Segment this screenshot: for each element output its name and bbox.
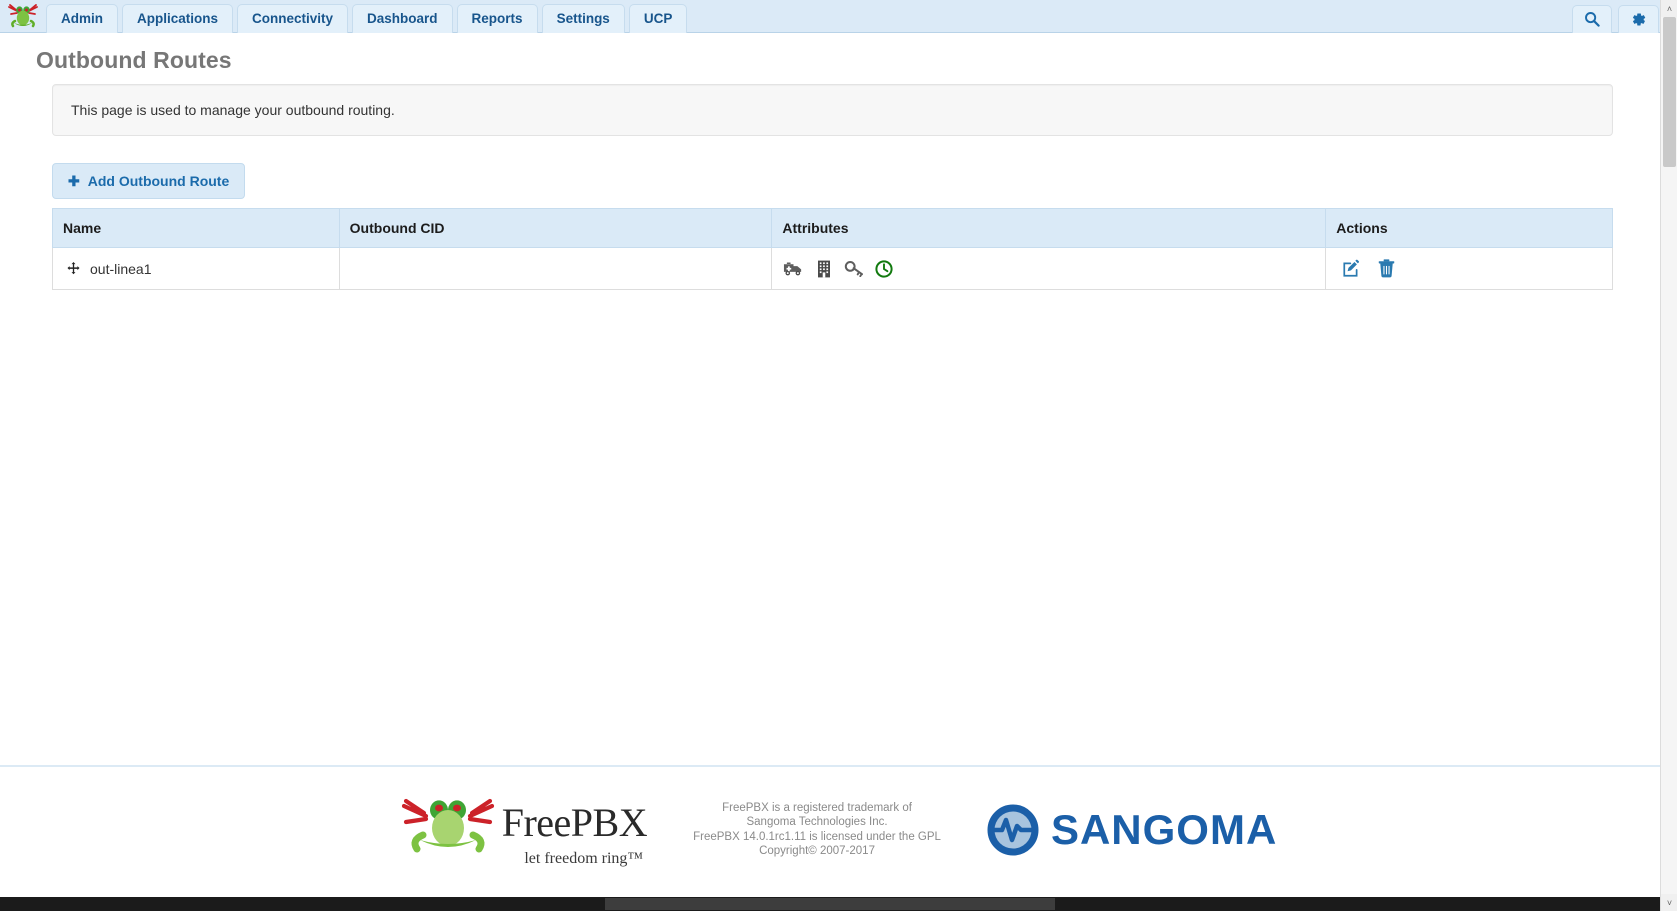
nav-item-label: Dashboard [367,11,438,26]
legal-text-block: FreePBX is a registered trademark of San… [693,801,941,859]
column-header-name[interactable]: Name [52,208,340,248]
scroll-up-arrow-icon[interactable]: ˄ [1661,0,1677,17]
search-icon [1585,12,1600,27]
freepbx-frog-logo[interactable] [6,1,40,31]
nav-item-list: Admin Applications Connectivity Dashboar… [46,0,688,33]
nav-item-label: Applications [137,11,219,26]
column-header-outbound-cid[interactable]: Outbound CID [338,208,773,248]
vertical-scrollbar-thumb[interactable] [1663,17,1676,167]
column-header-attributes[interactable]: Attributes [771,208,1327,248]
freepbx-wordmark: FreePBX [501,799,648,845]
freepbx-footer-logo: FreePBX let freedom ring™ [400,792,648,868]
route-name-text: out-linea1 [90,260,152,277]
nav-item-settings[interactable]: Settings [541,4,625,33]
nav-item-dashboard[interactable]: Dashboard [352,4,453,33]
column-header-actions[interactable]: Actions [1325,208,1613,248]
building-intracompany-icon [812,258,835,279]
legal-line: Sangoma Technologies Inc. [746,816,888,828]
action-icon-group [1336,259,1602,278]
page-content: Outbound Routes This page is used to man… [0,33,1677,910]
ambulance-emergency-icon [782,258,805,279]
nav-item-applications[interactable]: Applications [122,4,234,33]
nav-item-label: Connectivity [252,11,334,26]
add-outbound-route-label: Add Outbound Route [87,173,230,189]
nav-item-connectivity[interactable]: Connectivity [237,4,349,33]
vertical-scrollbar[interactable]: ˄ ˅ [1660,0,1677,911]
scroll-down-arrow-icon[interactable]: ˅ [1661,894,1677,911]
nav-item-label: UCP [643,11,673,26]
info-panel: This page is used to manage your outboun… [52,84,1613,136]
sangoma-wordmark: SANGOMA [1050,805,1278,853]
outbound-routes-table: Name Outbound CID Attributes Actions out… [52,208,1613,290]
top-navigation-bar: Admin Applications Connectivity Dashboar… [0,0,1677,33]
info-panel-text: This page is used to manage your outboun… [71,102,395,118]
horizontal-scrollbar[interactable] [0,897,1660,911]
table-header: Name Outbound CID Attributes Actions [52,208,1613,248]
toolbar: ✚ Add Outbound Route [52,163,1677,199]
add-outbound-route-button[interactable]: ✚ Add Outbound Route [52,163,246,199]
search-button[interactable] [1572,5,1612,33]
nav-item-label: Admin [61,11,103,26]
nav-item-reports[interactable]: Reports [456,4,538,33]
sangoma-waveform-logo [987,804,1039,855]
freepbx-frog-icon [401,798,494,852]
trash-delete-icon[interactable] [1378,259,1395,278]
nav-item-ucp[interactable]: UCP [628,4,688,33]
settings-gear-button[interactable] [1618,5,1659,33]
legal-line: Copyright© 2007-2017 [759,845,875,857]
nav-item-admin[interactable]: Admin [46,4,118,33]
table-row[interactable]: out-linea1 [52,247,1613,290]
key-password-icon [842,258,865,279]
legal-line: FreePBX is a registered trademark of [722,801,912,814]
cell-attributes [771,247,1327,290]
nav-item-label: Reports [471,11,523,26]
page-footer: FreePBX let freedom ring™ FreePBX is a r… [0,765,1677,910]
table-header-row: Name Outbound CID Attributes Actions [52,208,1613,248]
gear-icon [1632,12,1646,26]
cell-name: out-linea1 [52,247,340,290]
move-handle-icon[interactable] [67,262,80,275]
clock-time-group-icon [872,258,895,279]
table-body: out-linea1 [52,247,1613,290]
cell-outbound-cid [338,247,773,290]
freepbx-tagline: let freedom ring™ [524,849,644,867]
attribute-icon-group [782,258,1315,279]
nav-right-controls [1572,0,1659,33]
nav-item-label: Settings [556,11,610,26]
sangoma-footer-logo: SANGOMA [987,804,1277,856]
page-title: Outbound Routes [36,47,232,73]
cell-actions [1325,247,1613,290]
legal-line: FreePBX 14.0.1rc1.11 is licensed under t… [693,830,941,843]
edit-pencil-icon[interactable] [1342,259,1361,278]
horizontal-scrollbar-thumb[interactable] [605,898,1055,910]
plus-icon: ✚ [68,173,80,189]
